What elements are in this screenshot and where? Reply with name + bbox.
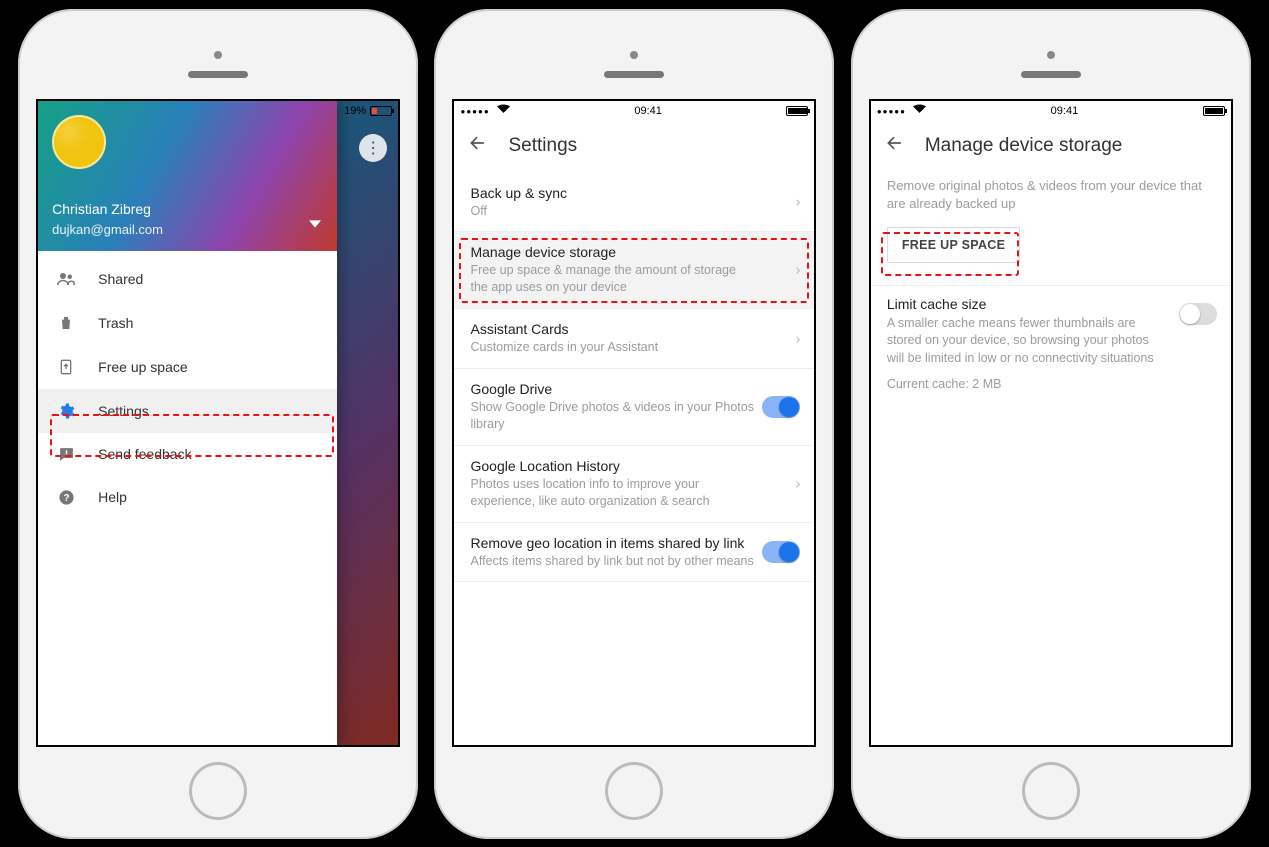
app-bar: Manage device storage — [871, 121, 1231, 173]
battery-icon — [786, 106, 808, 116]
row-manage-storage[interactable]: Manage device storage Free up space & ma… — [454, 232, 814, 309]
nav-drawer: Christian Zibreg dujkan@gmail.com Shared… — [38, 101, 337, 745]
row-subtitle: Customize cards in your Assistant — [470, 339, 798, 356]
caret-down-icon — [309, 218, 321, 230]
row-backup-sync[interactable]: Back up & sync Off › — [454, 173, 814, 233]
signal-icon — [460, 105, 489, 117]
feedback-icon — [56, 446, 76, 463]
drawer-item-freeup[interactable]: Free up space — [38, 345, 337, 389]
drawer-header[interactable]: Christian Zibreg dujkan@gmail.com — [38, 101, 337, 251]
row-subtitle: Show Google Drive photos & videos in you… — [470, 399, 798, 433]
home-button[interactable] — [189, 762, 247, 820]
status-bar: 19% — [38, 101, 398, 121]
wifi-icon — [497, 105, 510, 117]
drawer-item-help[interactable]: ? Help — [38, 476, 337, 519]
row-subtitle: Affects items shared by link but not by … — [470, 553, 798, 570]
row-title: Google Location History — [470, 458, 798, 474]
battery-icon — [1203, 106, 1225, 116]
row-title: Manage device storage — [470, 244, 798, 260]
arrow-left-icon — [468, 133, 488, 153]
status-time: 09:41 — [1051, 105, 1079, 117]
drawer-item-label: Trash — [98, 315, 133, 331]
phone-2: 09:41 Settings Back up & sync Off › Mana… — [434, 9, 834, 839]
help-icon: ? — [56, 489, 76, 506]
arrow-left-icon — [885, 133, 905, 153]
overflow-menu-button[interactable]: ⋮ — [359, 134, 387, 162]
screen-settings: 09:41 Settings Back up & sync Off › Mana… — [452, 99, 816, 747]
row-title: Assistant Cards — [470, 321, 798, 337]
toggle-remove-geo[interactable] — [762, 541, 800, 563]
row-limit-cache[interactable]: Limit cache size A smaller cache means f… — [871, 296, 1231, 392]
status-bar: 09:41 — [871, 101, 1231, 121]
signal-icon — [877, 105, 906, 117]
freeup-icon — [56, 358, 76, 376]
divider — [871, 285, 1231, 286]
row-title: Google Drive — [470, 381, 798, 397]
status-time: 09:41 — [634, 105, 662, 117]
avatar[interactable] — [52, 115, 106, 169]
row-title: Back up & sync — [470, 185, 798, 201]
row-title: Remove geo location in items shared by l… — [470, 535, 798, 551]
people-icon — [56, 270, 76, 288]
status-bar: 09:41 — [454, 101, 814, 121]
chevron-right-icon: › — [795, 262, 800, 279]
chevron-right-icon: › — [795, 330, 800, 347]
row-subtitle: A smaller cache means fewer thumbnails a… — [887, 315, 1215, 368]
free-up-space-button[interactable]: FREE UP SPACE — [887, 227, 1020, 263]
account-name: Christian Zibreg — [52, 201, 151, 217]
phone-3: 09:41 Manage device storage Remove origi… — [851, 9, 1251, 839]
page-title: Manage device storage — [925, 135, 1123, 157]
drawer-item-settings[interactable]: Settings — [38, 389, 337, 433]
screen-manage-storage: 09:41 Manage device storage Remove origi… — [869, 99, 1233, 747]
gear-icon — [56, 402, 76, 420]
drawer-item-shared[interactable]: Shared — [38, 257, 337, 301]
row-location-history[interactable]: Google Location History Photos uses loca… — [454, 446, 814, 523]
drawer-item-feedback[interactable]: Send feedback — [38, 433, 337, 476]
row-remove-geo[interactable]: Remove geo location in items shared by l… — [454, 523, 814, 583]
wifi-icon — [913, 105, 926, 117]
drawer-item-trash[interactable]: Trash — [38, 301, 337, 345]
account-switcher-caret[interactable] — [309, 217, 321, 235]
row-subtitle: Off — [470, 203, 798, 220]
row-subtitle: Free up space & manage the amount of sto… — [470, 262, 798, 296]
help-text: Remove original photos & videos from you… — [871, 173, 1231, 227]
drawer-item-label: Help — [98, 489, 127, 505]
battery-percent: 19% — [344, 105, 366, 117]
row-title: Limit cache size — [887, 296, 1215, 312]
row-assistant-cards[interactable]: Assistant Cards Customize cards in your … — [454, 309, 814, 369]
phone-1: 19% ⋮ Christian Zibreg dujkan@gmail.com … — [18, 9, 418, 839]
row-google-drive[interactable]: Google Drive Show Google Drive photos & … — [454, 369, 814, 446]
battery-icon — [370, 106, 392, 116]
toggle-google-drive[interactable] — [762, 396, 800, 418]
drawer-item-label: Shared — [98, 271, 143, 287]
row-subtitle: Photos uses location info to improve you… — [470, 476, 798, 510]
screen-drawer: 19% ⋮ Christian Zibreg dujkan@gmail.com … — [36, 99, 400, 747]
drawer-item-label: Settings — [98, 403, 149, 419]
home-button[interactable] — [605, 762, 663, 820]
back-button[interactable] — [885, 133, 905, 159]
app-bar: Settings — [454, 121, 814, 173]
svg-text:?: ? — [63, 493, 69, 504]
current-cache: Current cache: 2 MB — [887, 377, 1215, 391]
home-button[interactable] — [1022, 762, 1080, 820]
drawer-item-label: Send feedback — [98, 446, 191, 462]
back-button[interactable] — [468, 133, 488, 159]
account-email: dujkan@gmail.com — [52, 222, 163, 237]
drawer-item-label: Free up space — [98, 359, 188, 375]
chevron-right-icon: › — [795, 193, 800, 210]
chevron-right-icon: › — [795, 475, 800, 492]
page-title: Settings — [508, 135, 577, 157]
toggle-limit-cache[interactable] — [1179, 303, 1217, 325]
trash-icon — [56, 314, 76, 332]
